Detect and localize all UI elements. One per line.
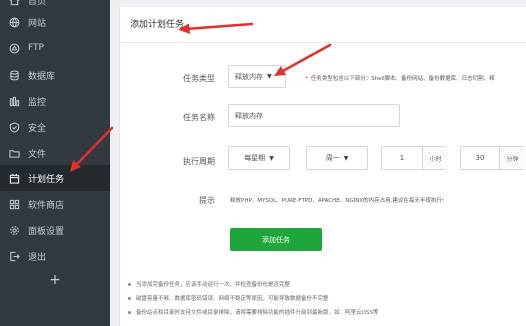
sidebar-item-label: 数据库 — [28, 71, 56, 82]
hour-unit: 小时 — [422, 147, 448, 169]
sidebar-item-label: 网站 — [28, 18, 47, 29]
sidebar-item-store[interactable]: 软件商店 — [0, 191, 110, 217]
list-item: 磁盘容量不够、数据库密码错误、网络不稳定等原因，可能导致数据备份不完整 — [128, 292, 523, 306]
chevron-down-icon: ▼ — [269, 154, 274, 162]
sidebar-item-label: 监控 — [28, 97, 47, 108]
add-cron-panel: 添加计划任务 任务类型 释放内存 ▼ * 任务类型包含以下部分：Shell脚本、备… — [119, 7, 526, 326]
period-value: 每星期 — [244, 154, 266, 162]
hour-value: 1 — [399, 154, 405, 162]
sidebar: 首页 网站 FTP 数据库 监控 安全 文件 计划任务 软件商店 面板设置 退出… — [0, 0, 110, 326]
bullet-icon — [128, 283, 131, 286]
note-text: 磁盘容量不够、数据库密码错误、网络不稳定等原因，可能导致数据备份不完整 — [136, 296, 329, 302]
task-name-value: 释放内存 — [235, 111, 263, 120]
calendar-icon — [6, 170, 22, 186]
sidebar-item-files[interactable]: 文件 — [0, 140, 110, 166]
period-select[interactable]: 每星期 ▼ — [228, 146, 290, 170]
home-icon — [6, 0, 22, 8]
sidebar-item-label: 首页 — [28, 0, 47, 7]
task-type-hint: * 任务类型包含以下部分：Shell脚本、备份网站、备份数据库、日志切割、释 — [305, 74, 495, 82]
sidebar-item-label: 文件 — [28, 149, 47, 160]
sidebar-item-label: FTP — [28, 43, 44, 53]
sidebar-item-settings[interactable]: 面板设置 — [0, 217, 110, 243]
folder-icon — [6, 145, 22, 161]
weekday-select[interactable]: 周一 ▼ — [306, 146, 368, 170]
sidebar-item-security[interactable]: 安全 — [0, 114, 110, 140]
panel-header: 添加计划任务 — [120, 7, 526, 43]
add-task-button[interactable]: 添加任务 — [230, 228, 322, 251]
sidebar-item-label: 计划任务 — [28, 174, 65, 185]
sidebar-item-database[interactable]: 数据库 — [0, 62, 110, 88]
bullet-icon — [128, 311, 131, 314]
minute-value: 30 — [475, 154, 485, 162]
database-icon — [6, 67, 22, 83]
gear-icon — [6, 222, 22, 238]
hour-input[interactable]: 1 小时 — [381, 146, 448, 170]
note-text: 备份站点和目录时支持文件或目录排除，请将需要排除功能的插件升级到最新版，如：阿里… — [136, 310, 379, 316]
notes-list: 当添加完备份任务，应该手动运行一次，并检查备份包是否完整 磁盘容量不够、数据库密… — [128, 278, 523, 320]
note-text: 当添加完备份任务，应该手动运行一次，并检查备份包是否完整 — [136, 282, 291, 288]
task-name-label: 任务名称 — [183, 113, 215, 122]
shield-icon — [6, 119, 22, 135]
sidebar-item-monitor[interactable]: 监控 — [0, 88, 110, 114]
monitor-icon — [6, 93, 22, 109]
logout-icon — [6, 248, 22, 264]
grid-icon — [6, 196, 22, 212]
sidebar-item-label: 安全 — [28, 123, 47, 134]
task-type-label: 任务类型 — [183, 74, 215, 83]
ftp-icon — [6, 40, 22, 56]
chevron-down-icon: ▼ — [343, 154, 349, 162]
task-type-hint-text: 任务类型包含以下部分：Shell脚本、备份网站、备份数据库、日志切割、释 — [310, 76, 495, 82]
task-type-select[interactable]: 释放内存 ▼ — [228, 65, 286, 88]
globe-icon — [6, 14, 22, 30]
page-title: 添加计划任务 — [130, 20, 185, 30]
minute-input[interactable]: 30 分钟 — [460, 146, 525, 170]
task-type-value: 释放内存 — [235, 72, 263, 81]
sidebar-item-cron[interactable]: 计划任务 — [0, 165, 110, 191]
chevron-down-icon: ▼ — [267, 73, 272, 80]
sidebar-item-label: 软件商店 — [28, 200, 65, 211]
sidebar-item-ftp[interactable]: FTP — [0, 35, 110, 61]
tip-text: 释放PHP、MYSQL、PURE-FTPD、APACHE、NGINX的内存占用,… — [230, 198, 445, 204]
list-item: 备份站点和目录时支持文件或目录排除，请将需要排除功能的插件升级到最新版，如：阿里… — [128, 306, 523, 320]
task-name-input[interactable]: 释放内存 — [228, 104, 400, 127]
minute-unit: 分钟 — [499, 147, 525, 169]
weekday-value: 周一 — [325, 154, 340, 162]
sidebar-item-website[interactable]: 网站 — [0, 9, 110, 35]
bullet-icon — [128, 297, 131, 300]
sidebar-item-logout[interactable]: 退出 — [0, 243, 110, 269]
tip-label: 提示 — [199, 196, 215, 205]
cycle-label: 执行周期 — [183, 157, 215, 166]
list-item: 当添加完备份任务，应该手动运行一次，并检查备份包是否完整 — [128, 278, 523, 292]
sidebar-item-label: 面板设置 — [28, 226, 65, 237]
add-menu-button[interactable]: + — [0, 268, 110, 292]
required-star-icon: * — [305, 76, 308, 82]
sidebar-item-label: 退出 — [28, 252, 47, 263]
